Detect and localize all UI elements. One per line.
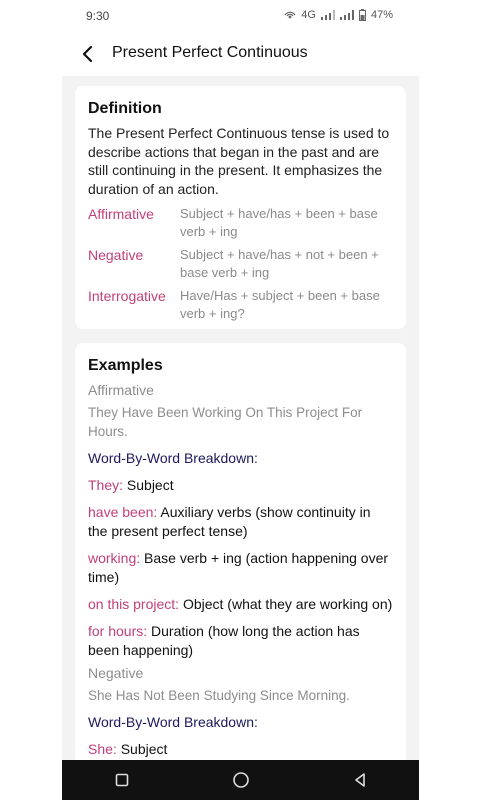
back-nav-button[interactable] xyxy=(340,760,380,800)
breakdown-key: have been: xyxy=(88,504,158,520)
breakdown-item: She: Subject xyxy=(88,740,393,759)
breakdown-key: on this project: xyxy=(88,596,180,612)
examples-heading: Examples xyxy=(88,357,163,374)
battery-icon xyxy=(358,9,366,21)
page-title: Present Perfect Continuous xyxy=(112,44,308,61)
example-type-negative: Negative xyxy=(88,665,144,681)
breakdown-item: for hours: Duration (how long the action… xyxy=(88,622,393,660)
breakdown-key: for hours: xyxy=(88,623,148,639)
recents-button[interactable] xyxy=(102,760,142,800)
form-label-negative: Negative xyxy=(88,247,144,263)
status-icons: 4G 47% xyxy=(284,9,393,21)
breakdown-key: She: xyxy=(88,741,117,757)
breakdown-item: working: Base verb + ing (action happeni… xyxy=(88,549,393,587)
system-nav-bar xyxy=(62,760,419,800)
back-button[interactable] xyxy=(76,42,100,66)
form-label-affirmative: Affirmative xyxy=(88,206,154,222)
chevron-left-icon xyxy=(82,45,93,63)
status-bar: 9:30 4G 47% xyxy=(62,0,419,32)
example-sentence-negative: She Has Not Been Studying Since Morning. xyxy=(88,688,350,703)
square-icon xyxy=(115,773,128,787)
breakdown-desc: Object (what they are working on) xyxy=(179,596,393,612)
battery-level: 47% xyxy=(370,9,393,21)
breakdown-key: They: xyxy=(88,477,124,493)
circle-icon xyxy=(232,772,249,788)
definition-heading: Definition xyxy=(88,100,162,117)
breakdown-title: Word-By-Word Breakdown: xyxy=(88,450,258,466)
example-type-affirmative: Affirmative xyxy=(88,382,154,398)
breakdown-item: have been: Auxiliary verbs (show continu… xyxy=(88,503,393,541)
network-type: 4G xyxy=(301,9,316,21)
form-label-interrogative: Interrogative xyxy=(88,288,166,304)
definition-text: The Present Perfect Continuous tense is … xyxy=(88,125,390,197)
form-value-interrogative: Have/Has + subject + been + base verb + … xyxy=(180,288,380,321)
breakdown-desc: Subject xyxy=(123,477,174,493)
app-bar: Present Perfect Continuous xyxy=(62,32,419,76)
definition-card: Definition The Present Perfect Continuou… xyxy=(75,86,406,329)
hotspot-icon xyxy=(284,11,296,19)
breakdown-item: on this project: Object (what they are w… xyxy=(88,595,393,614)
example-sentence-affirmative: They Have Been Working On This Project F… xyxy=(88,405,363,439)
forms-list: Affirmative Subject + have/has + been + … xyxy=(88,205,393,322)
signal-icon-2 xyxy=(339,10,354,20)
home-button[interactable] xyxy=(221,760,261,800)
status-time: 9:30 xyxy=(86,9,110,23)
breakdown-desc: Subject xyxy=(116,741,168,757)
form-value-negative: Subject + have/has + not + been + base v… xyxy=(180,247,379,280)
breakdown-key: working: xyxy=(88,550,141,566)
phone-screen: 9:30 4G 47% Present Perfect Continuous D… xyxy=(62,0,419,800)
breakdown-title-negative: Word-By-Word Breakdown: xyxy=(88,714,258,730)
triangle-back-icon xyxy=(354,773,365,787)
form-value-affirmative: Subject + have/has + been + base verb + … xyxy=(180,206,378,239)
signal-icon xyxy=(320,10,335,20)
breakdown-item: They: Subject xyxy=(88,476,393,495)
examples-card: Examples Affirmative They Have Been Work… xyxy=(75,343,406,783)
